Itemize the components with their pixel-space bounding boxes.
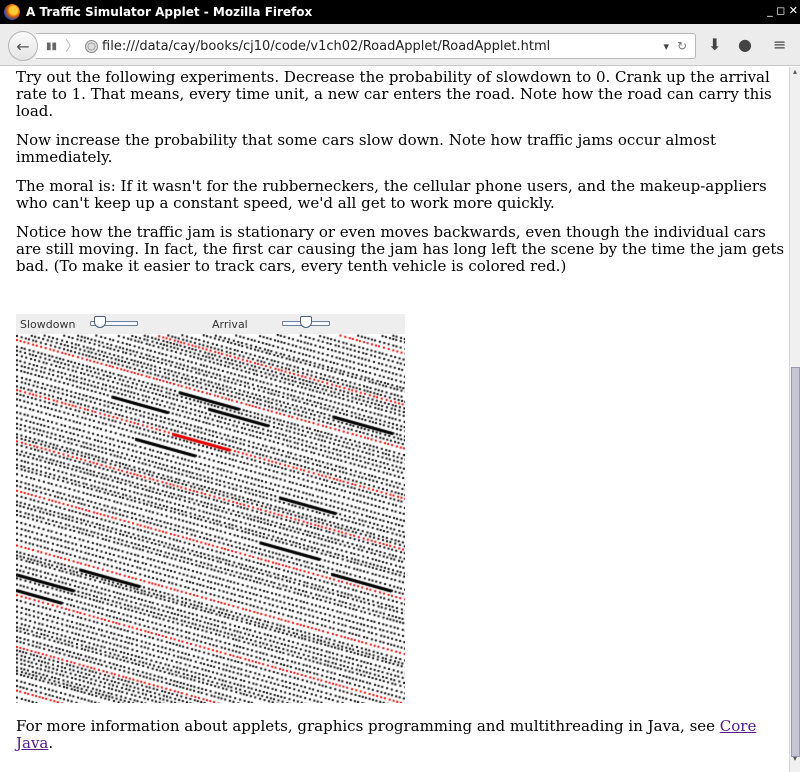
globe-icon[interactable] — [85, 39, 99, 53]
url-text[interactable]: file:///data/cay/books/cj10/code/v1ch02/… — [102, 39, 550, 54]
scroll-up-icon[interactable]: ▴ — [790, 67, 800, 79]
traffic-simulation-canvas — [16, 334, 405, 703]
history-icon[interactable]: ▮▮ — [46, 41, 57, 52]
slowdown-label: Slowdown — [20, 318, 76, 331]
arrival-slider-thumb[interactable] — [300, 316, 312, 328]
arrival-label: Arrival — [212, 318, 248, 331]
paragraph-slowdown: Now increase the probability that some c… — [16, 131, 717, 166]
window-title-bar: A Traffic Simulator Applet - Mozilla Fir… — [0, 0, 800, 24]
paragraph-jam: Notice how the traffic jam is stationary… — [16, 223, 785, 275]
vertical-scrollbar[interactable]: ▴ ▾ — [789, 67, 800, 772]
back-button[interactable]: ← — [8, 31, 38, 61]
paragraph-experiments: Try out the following experiments. Decre… — [16, 68, 772, 120]
reload-icon[interactable]: ↻ — [677, 39, 687, 53]
scrollbar-thumb[interactable] — [791, 367, 800, 757]
footer-paragraph: For more information about applets, grap… — [16, 718, 786, 752]
footer-text: For more information about applets, grap… — [16, 717, 720, 735]
navigation-toolbar: ▮▮ 〉 file:///data/cay/books/cj10/code/v1… — [0, 24, 800, 66]
applet-controls: Slowdown Arrival — [16, 314, 405, 334]
chevron-down-icon[interactable]: ▾ — [663, 40, 669, 53]
slowdown-slider-thumb[interactable] — [93, 316, 106, 328]
window-title: A Traffic Simulator Applet - Mozilla Fir… — [26, 5, 313, 19]
back-arrow-icon: ← — [16, 36, 30, 56]
window-controls[interactable]: _ ◻ ✕ — [767, 4, 798, 17]
download-icon[interactable]: ⬇ — [708, 35, 721, 54]
firefox-icon — [4, 4, 20, 20]
url-bar[interactable]: ▮▮ 〉 file:///data/cay/books/cj10/code/v1… — [36, 33, 696, 59]
url-separator: 〉 — [65, 39, 80, 55]
footer-end: . — [48, 734, 54, 752]
chat-icon[interactable]: ● — [738, 35, 752, 54]
paragraph-moral: The moral is: If it wasn't for the rubbe… — [16, 177, 767, 212]
traffic-applet[interactable]: Slowdown Arrival — [16, 314, 405, 703]
scroll-down-icon[interactable]: ▾ — [790, 754, 800, 766]
menu-icon[interactable]: ≡ — [773, 35, 786, 54]
